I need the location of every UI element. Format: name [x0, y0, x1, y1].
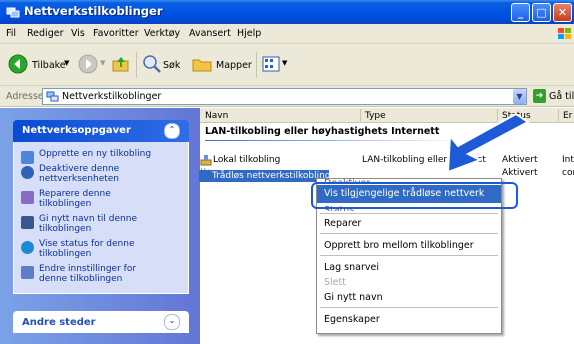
toolbar-separator	[256, 52, 257, 78]
menu-item-create-shortcut[interactable]: Lag snarvei	[324, 262, 379, 273]
address-value: Nettverkstilkoblinger	[62, 91, 162, 102]
folder-up-icon[interactable]	[112, 55, 130, 73]
lan-connection-icon[interactable]	[200, 154, 212, 166]
menu-tools[interactable]: Verktøy	[144, 28, 180, 39]
search-label[interactable]: Søk	[163, 60, 180, 71]
menu-advanced[interactable]: Avansert	[189, 28, 231, 39]
row-name[interactable]: Lokal tilkobling	[213, 155, 280, 165]
maximize-button[interactable]: □	[532, 3, 551, 22]
folders-label[interactable]: Mapper	[216, 60, 252, 71]
task-create-connection[interactable]: Opprette en ny tilkobling	[39, 149, 187, 159]
column-divider[interactable]	[360, 109, 361, 121]
status-icon	[21, 241, 34, 254]
menu-file[interactable]: Fil	[6, 28, 16, 39]
rename-icon	[21, 216, 34, 229]
column-name[interactable]: Navn	[205, 111, 228, 121]
task-view-status[interactable]: Vise status for denne tilkoblingen	[39, 239, 157, 259]
task-disable-device[interactable]: Deaktivere denne nettverksenheten	[39, 164, 154, 184]
close-button[interactable]: ✕	[553, 3, 572, 22]
menu-separator	[320, 213, 498, 214]
address-dropdown-icon[interactable]: ▼	[513, 89, 526, 104]
disable-device-icon	[21, 166, 34, 179]
network-connections-icon	[6, 7, 20, 18]
new-connection-icon	[21, 151, 34, 164]
task-rename[interactable]: Gi nytt navn til denne tilkoblingen	[39, 214, 149, 234]
task-repair[interactable]: Reparere denne tilkoblingen	[39, 189, 134, 209]
column-type[interactable]: Type	[365, 111, 386, 121]
menu-separator	[320, 307, 498, 308]
row-name[interactable]: Trådløs nettverkstilkobling	[212, 171, 330, 181]
menu-item-properties[interactable]: Egenskaper	[324, 314, 380, 325]
back-label[interactable]: Tilbake	[32, 60, 66, 71]
menu-item-delete: Slett	[324, 277, 346, 288]
back-dropdown-icon[interactable]: ▼	[64, 59, 69, 67]
toolbar-separator	[136, 52, 137, 78]
menu-separator	[320, 255, 498, 256]
address-label: Adresse	[6, 91, 44, 102]
views-icon[interactable]	[262, 55, 280, 73]
other-places-title: Andre steder	[22, 317, 96, 328]
window-title: Nettverkstilkoblinger	[24, 4, 163, 18]
back-arrow-icon[interactable]	[8, 54, 28, 74]
network-connections-icon	[46, 91, 59, 102]
menu-item-repair[interactable]: Reparer	[324, 218, 361, 229]
network-tasks-title: Nettverksoppgaver	[22, 125, 131, 136]
expand-chevron-icon[interactable]: ⌄	[164, 314, 180, 330]
menu-view[interactable]: Vis	[71, 28, 85, 39]
group-heading: LAN-tilkobling eller høyhastighets Inter…	[205, 126, 440, 137]
settings-icon	[21, 266, 34, 279]
collapse-chevron-icon[interactable]: ⌃	[164, 123, 180, 139]
menu-item-rename[interactable]: Gi nytt navn	[324, 292, 383, 303]
repair-wrench-icon	[21, 191, 34, 204]
menu-separator	[320, 233, 498, 234]
menu-item-bridge[interactable]: Opprett bro mellom tilkoblinger	[324, 240, 474, 251]
go-button-label[interactable]: Gå til	[549, 91, 574, 102]
pointer-arrow-icon	[446, 112, 530, 174]
search-icon[interactable]	[142, 54, 162, 74]
minimize-button[interactable]: _	[511, 3, 530, 22]
views-dropdown-icon[interactable]: ▼	[282, 59, 287, 67]
menu-favorites[interactable]: Favoritter	[93, 28, 139, 39]
task-change-settings[interactable]: Endre innstillinger for denne tilkobling…	[39, 264, 157, 284]
windows-flag-icon	[558, 28, 571, 39]
menu-edit[interactable]: Rediger	[27, 28, 63, 39]
menu-help[interactable]: Hjelp	[237, 28, 261, 39]
forward-arrow-icon[interactable]	[78, 54, 98, 74]
forward-dropdown-icon[interactable]: ▼	[100, 59, 105, 67]
menu-bar: Fil Rediger Vis Favoritter Verktøy Avans…	[0, 24, 574, 44]
go-arrow-icon[interactable]: ➔	[533, 89, 546, 103]
folders-icon[interactable]	[192, 55, 212, 73]
